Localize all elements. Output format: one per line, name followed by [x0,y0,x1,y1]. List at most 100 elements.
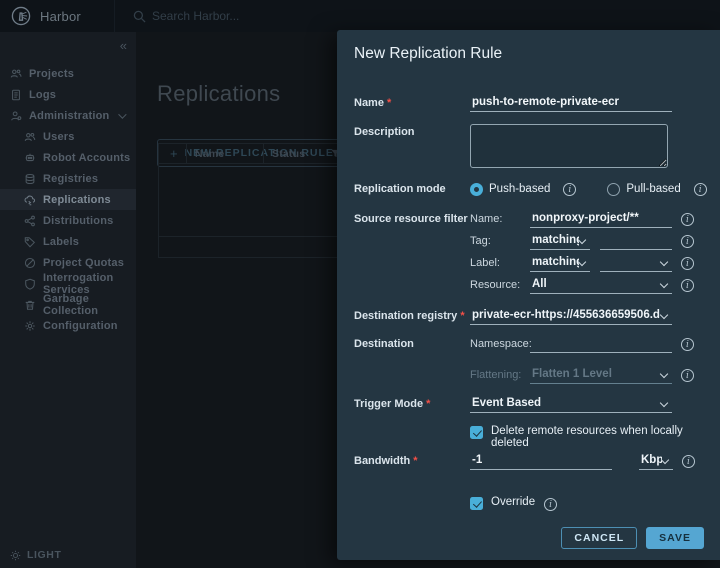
replications-icon [24,194,36,206]
pull-based-info-icon[interactable]: i [694,183,707,196]
sidebar-item-garbage-collection[interactable]: Garbage Collection [0,294,136,315]
filter-label-match-select[interactable]: matching [530,255,590,272]
pull-based-radio[interactable] [607,183,620,196]
sidebar-item-label: Labels [43,236,79,248]
destination-namespace-row: Destination Namespace: i [354,336,710,353]
sidebar-item-label: Users [43,131,75,143]
users-icon [24,131,36,143]
projects-icon [10,68,22,80]
filter-resource-select[interactable]: All [530,277,672,294]
filter-name-input[interactable] [530,211,672,228]
page-title: Replications [157,81,280,107]
table-column-name: Name [186,144,263,163]
source-filter-row: Source resource filter Name: i Tag: matc… [354,211,710,299]
chevron-down-icon [660,311,668,319]
namespace-input[interactable] [530,336,672,353]
interrogation-services-icon [24,278,36,290]
sidebar-item-distributions[interactable]: Distributions [0,210,136,231]
destination-label: Destination [354,336,470,350]
push-based-info-icon[interactable]: i [563,183,576,196]
filter-tag-input[interactable] [600,233,672,250]
robot-accounts-icon [24,152,36,164]
bandwidth-input[interactable] [470,453,612,470]
sidebar-item-labels[interactable]: Labels [0,231,136,252]
override-row: Override i [354,496,710,511]
pull-based-label: Pull-based [626,181,680,195]
override-spacer [354,496,470,498]
filter-resource-row: Resource: All i [470,277,710,294]
filter-label-match-value: matching [532,256,579,268]
destination-registry-value: private-ecr-https://455636659506.dkr.ecr… [472,309,660,321]
required-asterisk: * [426,398,430,410]
destination-flattening-row: Flattening: Flatten 1 Level i [354,367,710,384]
override-info-icon[interactable]: i [544,498,557,511]
distributions-icon [24,215,36,227]
sidebar-item-logs[interactable]: Logs [0,84,136,105]
filter-label-value-select[interactable] [600,255,672,272]
modal-title: New Replication Rule [354,45,502,63]
sidebar-item-label: Garbage Collection [43,293,136,317]
sidebar-item-label: Robot Accounts [43,152,130,164]
sidebar-collapse-icon[interactable]: « [120,38,127,53]
chevron-down-icon [118,110,126,118]
search-input[interactable] [152,9,332,23]
flattening-label: Flattening: [470,367,530,381]
chevron-down-icon [661,456,669,464]
description-textarea[interactable] [470,124,668,168]
push-based-radio[interactable] [470,183,483,196]
sidebar-item-label: Configuration [43,320,118,332]
chevron-down-icon [578,236,586,244]
name-label-text: Name [354,97,384,109]
sidebar-item-configuration[interactable]: Configuration [0,315,136,336]
filter-resource-value: All [532,278,547,290]
bandwidth-info-icon[interactable]: i [682,455,695,468]
trigger-mode-row: Trigger Mode* Event Based [354,396,710,413]
filter-label-info-icon[interactable]: i [681,257,694,270]
sidebar-item-interrogation-services[interactable]: Interrogation Services [0,273,136,294]
trigger-mode-select[interactable]: Event Based [470,396,672,413]
push-based-label: Push-based [489,181,550,195]
filter-label-label: Label: [470,255,530,269]
theme-toggle[interactable]: LIGHT [10,549,62,561]
namespace-info-icon[interactable]: i [681,338,694,351]
sidebar-item-replications[interactable]: Replications [0,189,136,210]
name-label: Name* [354,95,470,109]
sidebar-item-registries[interactable]: Registries [0,168,136,189]
chevron-down-icon [660,370,668,378]
cancel-button[interactable]: CANCEL [561,527,637,549]
flattening-spacer [354,367,470,369]
sidebar-item-label: Logs [29,89,56,101]
garbage-collection-icon [24,299,36,311]
bandwidth-unit-select[interactable]: Kbps [639,453,673,470]
destination-registry-select[interactable]: private-ecr-https://455636659506.dkr.ecr… [470,308,672,325]
sidebar-item-label: Project Quotas [43,257,124,269]
name-input[interactable] [470,95,672,112]
save-button[interactable]: SAVE [646,527,704,549]
chevron-down-icon [660,399,668,407]
filter-label-row: Label: matching i [470,255,710,272]
delete-remote-checkbox[interactable] [470,426,483,439]
sidebar-item-label: Registries [43,173,98,185]
bandwidth-row: Bandwidth* Kbps i [354,453,710,470]
filter-resource-info-icon[interactable]: i [681,279,694,292]
override-checkbox[interactable] [470,497,483,510]
filter-tag-match-value: matching [532,234,579,246]
flattening-info-icon[interactable]: i [681,369,694,382]
namespace-label: Namespace: [470,336,530,350]
sidebar-item-administration[interactable]: Administration [0,105,136,126]
sidebar: « Projects Logs Administration Users [0,32,136,568]
sidebar-item-projects[interactable]: Projects [0,63,136,84]
brand-area[interactable]: Harbor [0,0,115,32]
harbor-logo-icon [11,6,31,26]
chevron-down-icon [578,258,586,266]
sidebar-item-robot-accounts[interactable]: Robot Accounts [0,147,136,168]
filter-tag-row: Tag: matching i [470,233,710,250]
filter-tag-info-icon[interactable]: i [681,235,694,248]
sidebar-item-users[interactable]: Users [0,126,136,147]
flattening-select[interactable]: Flatten 1 Level [530,367,672,384]
replication-mode-row: Replication mode Push-based i Pull-based… [354,181,710,196]
sidebar-item-project-quotas[interactable]: Project Quotas [0,252,136,273]
filter-name-info-icon[interactable]: i [681,213,694,226]
filter-tag-match-select[interactable]: matching [530,233,590,250]
required-asterisk: * [387,97,391,109]
